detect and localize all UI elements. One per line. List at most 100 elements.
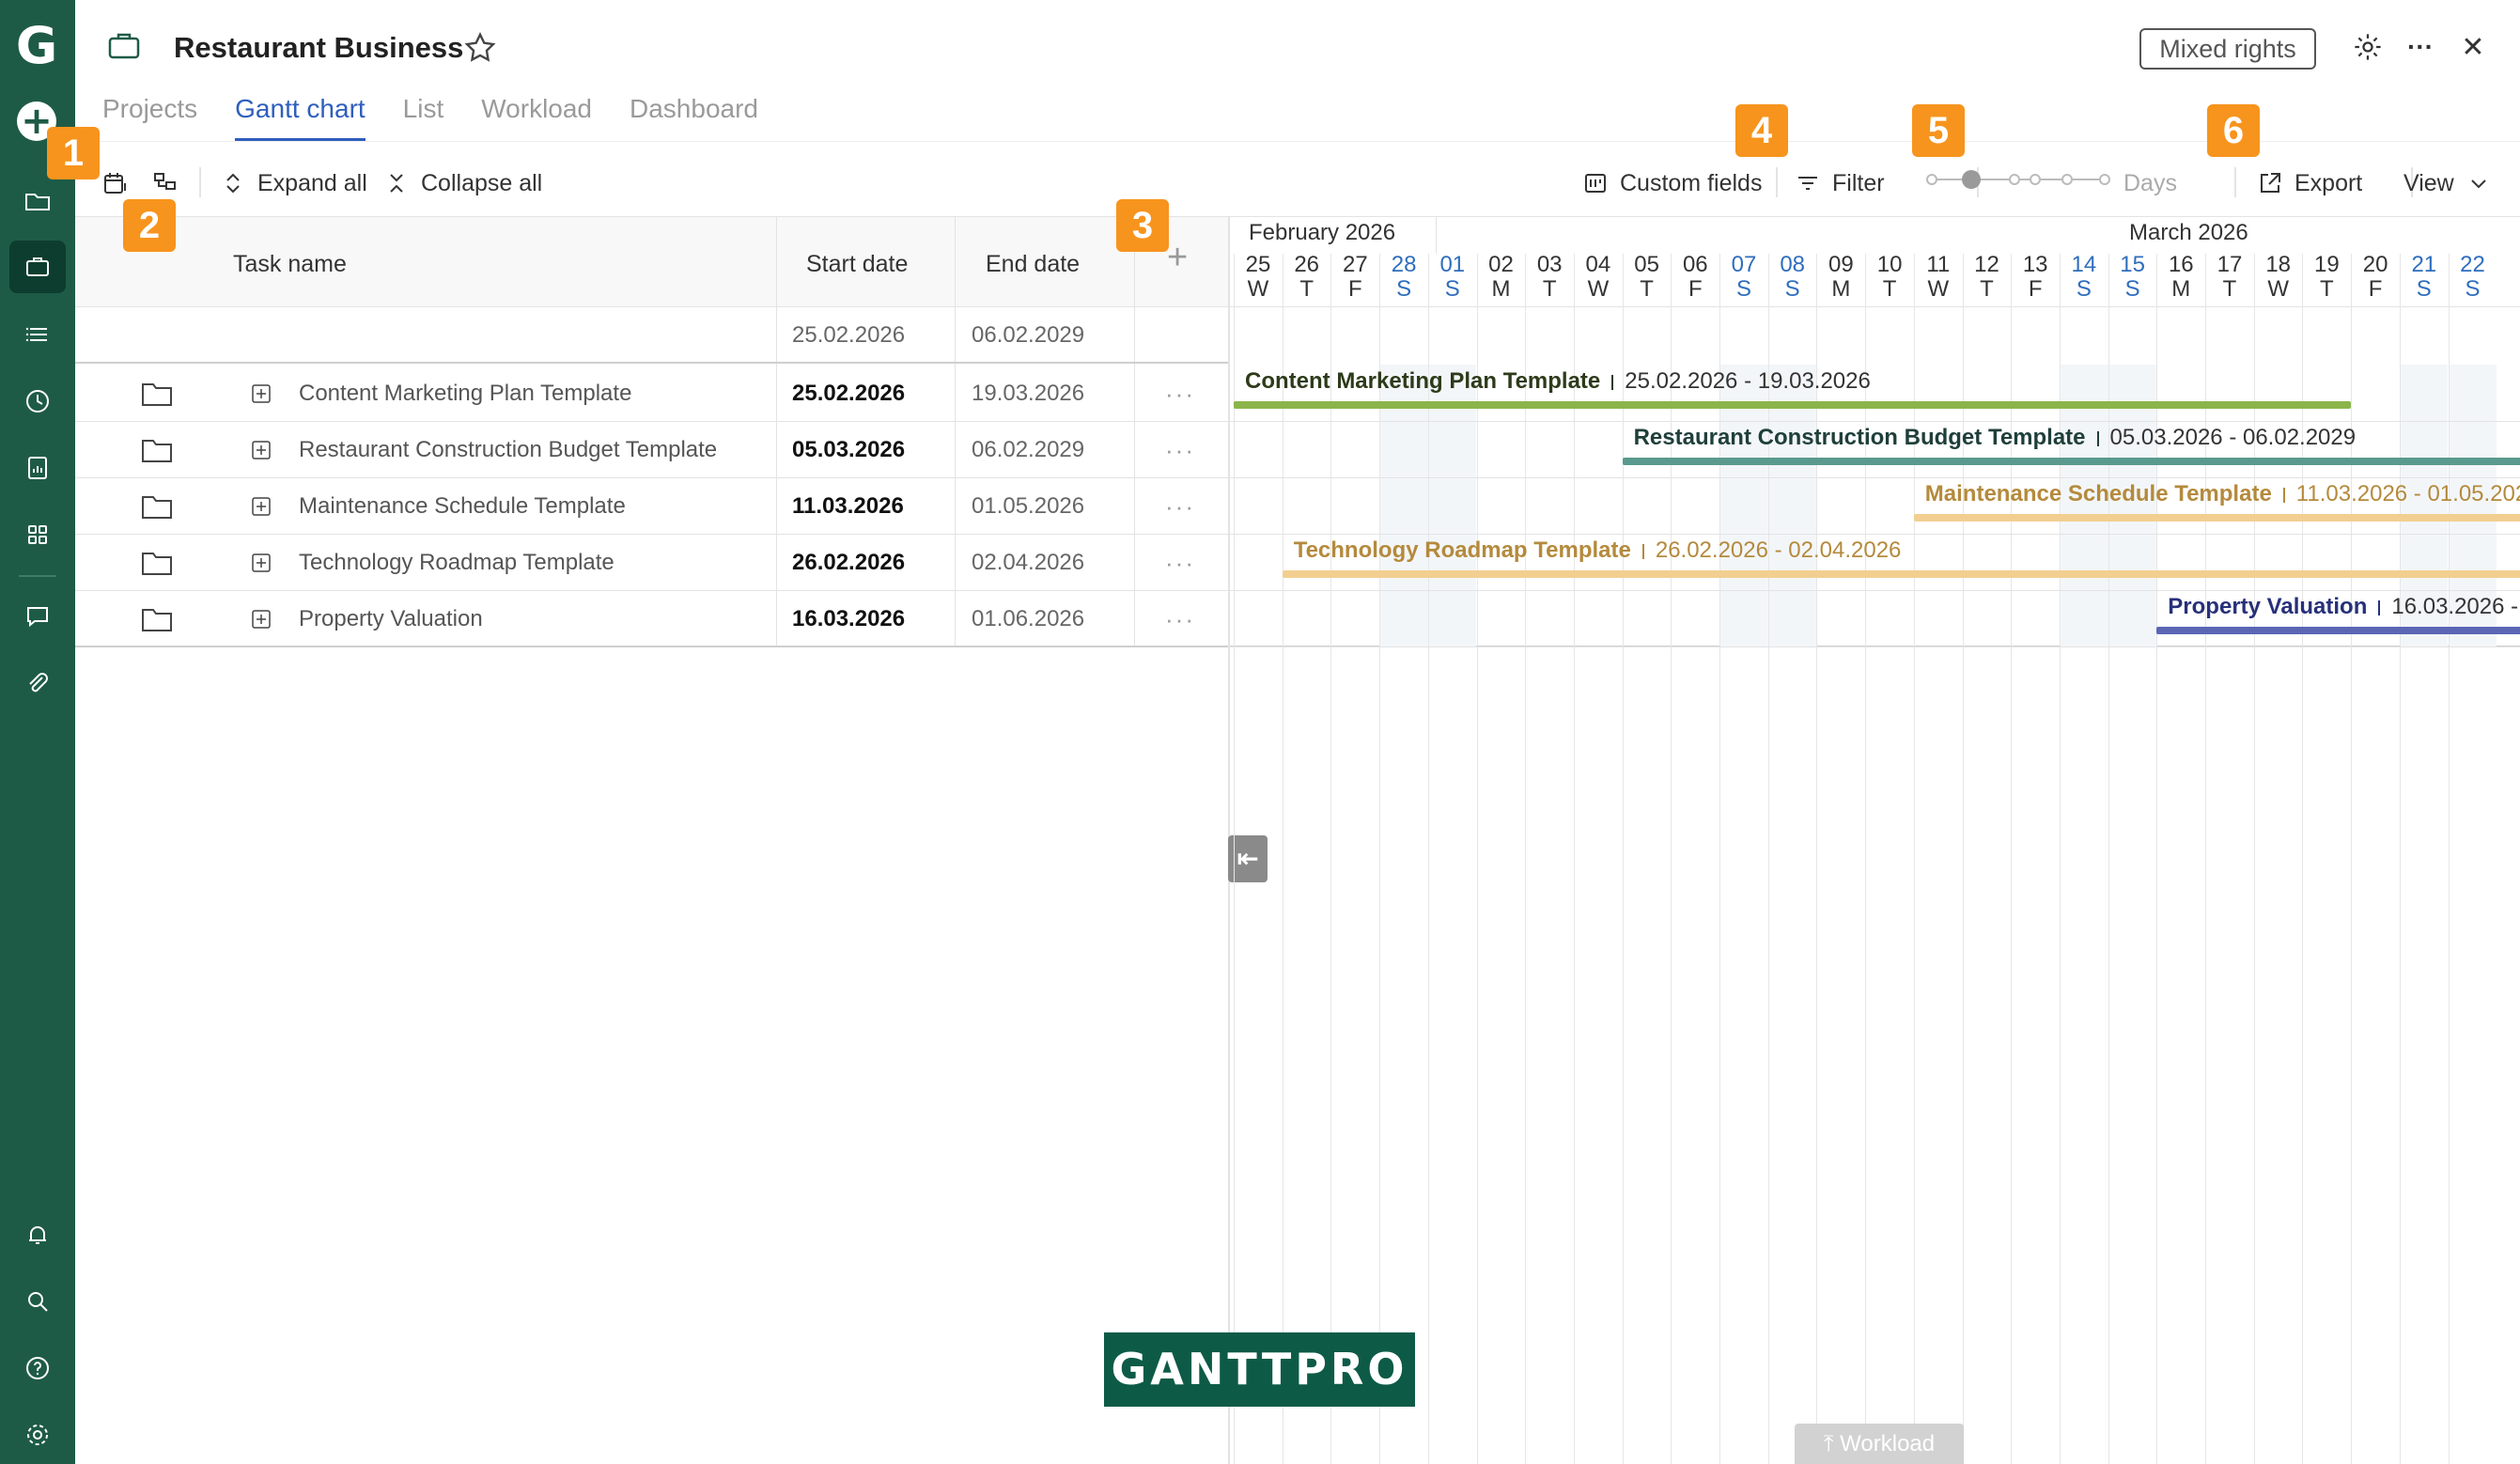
task-bar[interactable] — [1234, 401, 2352, 409]
start-date[interactable]: 11.03.2026 — [792, 478, 904, 535]
row-gridline — [1230, 590, 2520, 591]
sidebar-item-history[interactable] — [9, 375, 66, 428]
day-gridline — [1234, 254, 1235, 1464]
bar-label-separator — [1641, 543, 1644, 559]
expand-all-button[interactable]: Expand all — [220, 162, 367, 205]
sidebar-item-notifications[interactable] — [9, 1208, 66, 1261]
sidebar-item-search[interactable] — [9, 1275, 66, 1328]
expand-icon — [226, 173, 240, 194]
row-more-icon[interactable]: ··· — [1165, 366, 1195, 422]
day-label: 26 T — [1283, 253, 1331, 302]
start-date[interactable]: 16.03.2026 — [792, 591, 905, 647]
day-label: 19 T — [2302, 253, 2351, 302]
column-start-date[interactable]: Start date — [806, 251, 908, 278]
row-gridline — [1230, 421, 2520, 422]
tab-projects[interactable]: Projects — [102, 94, 197, 141]
expand-row-icon[interactable] — [252, 384, 271, 403]
row-more-icon[interactable]: ··· — [1165, 535, 1195, 591]
star-icon[interactable] — [462, 30, 498, 66]
calendar-toggle-button[interactable] — [101, 162, 128, 205]
expand-row-icon[interactable] — [252, 610, 271, 629]
task-bar[interactable] — [1913, 514, 2520, 522]
workload-panel-button[interactable]: ⤒ Workload — [1795, 1424, 1964, 1464]
tab-gantt-chart[interactable]: Gantt chart — [235, 94, 366, 141]
export-button[interactable]: Export — [2257, 162, 2362, 205]
end-date[interactable]: 01.06.2026 — [972, 591, 1084, 647]
day-label: 10 T — [1865, 253, 1914, 302]
day-label: 07 S — [1719, 253, 1768, 302]
filter-button[interactable]: Filter — [1795, 162, 1885, 205]
close-icon[interactable]: ✕ — [2454, 28, 2492, 66]
table-row[interactable]: Content Marketing Plan Template 25.02.20… — [75, 366, 1228, 422]
task-name[interactable]: Content Marketing Plan Template — [299, 366, 631, 422]
clock-icon — [26, 390, 49, 413]
project-summary-row[interactable]: 25.02.2026 06.02.2029 — [75, 307, 1228, 364]
start-date[interactable]: 05.03.2026 — [792, 422, 905, 478]
task-name[interactable]: Restaurant Construction Budget Template — [299, 422, 717, 478]
sidebar-item-help[interactable] — [9, 1342, 66, 1394]
table-row[interactable]: Maintenance Schedule Template 11.03.2026… — [75, 478, 1228, 535]
weekday-letter: T — [1640, 276, 1654, 302]
task-name[interactable]: Technology Roadmap Template — [299, 535, 614, 591]
bar-label: Content Marketing Plan Template 25.02.202… — [1245, 368, 1871, 395]
sidebar-item-apps[interactable] — [9, 508, 66, 561]
sidebar-item-settings[interactable] — [9, 1409, 66, 1461]
row-more-icon[interactable]: ··· — [1165, 422, 1195, 478]
end-date[interactable]: 01.05.2026 — [972, 478, 1084, 535]
sidebar-item-list[interactable] — [9, 308, 66, 361]
task-bar[interactable] — [1282, 570, 2520, 578]
expand-row-icon[interactable] — [252, 497, 271, 516]
collapse-all-button[interactable]: Collapse all — [383, 162, 542, 205]
task-name[interactable]: Maintenance Schedule Template — [299, 478, 626, 535]
sidebar-item-projects[interactable] — [9, 241, 66, 293]
day-number: 15 — [2120, 252, 2145, 277]
settings-button[interactable] — [2349, 28, 2387, 66]
column-task-name[interactable]: Task name — [233, 251, 347, 278]
expand-row-icon[interactable] — [252, 553, 271, 572]
table-row[interactable]: Property Valuation 16.03.2026 01.06.2026… — [75, 591, 1228, 647]
day-label: 11 W — [1914, 253, 1963, 302]
month-divider — [1436, 216, 1437, 254]
view-dropdown[interactable]: View — [2403, 162, 2492, 205]
day-number: 20 — [2362, 252, 2388, 277]
rights-button[interactable]: Mixed rights — [2139, 28, 2316, 70]
comment-icon — [27, 607, 48, 628]
tab-workload[interactable]: Workload — [481, 94, 592, 141]
task-name[interactable]: Property Valuation — [299, 591, 483, 647]
bar-label: Maintenance Schedule Template 11.03.2026 … — [1925, 481, 2520, 507]
bar-dates: 11.03.2026 - 01.05.2026 — [2295, 481, 2520, 506]
table-row[interactable]: Technology Roadmap Template 26.02.2026 0… — [75, 535, 1228, 591]
custom-fields-button[interactable]: Custom fields — [1582, 162, 1762, 205]
more-icon[interactable]: ··· — [2402, 28, 2439, 66]
app-logo[interactable]: G — [13, 21, 60, 71]
end-date[interactable]: 19.03.2026 — [972, 366, 1084, 422]
zoom-slider[interactable] — [1924, 165, 2112, 194]
end-date[interactable]: 02.04.2026 — [972, 535, 1084, 591]
expand-row-icon[interactable] — [252, 441, 271, 459]
task-bar[interactable] — [1622, 458, 2520, 465]
day-number: 04 — [1585, 252, 1611, 277]
end-date[interactable]: 06.02.2029 — [972, 422, 1084, 478]
weekday-letter: T — [1542, 276, 1557, 302]
sidebar-item-comments[interactable] — [9, 590, 66, 643]
column-end-date[interactable]: End date — [986, 251, 1080, 278]
sidebar-item-reports[interactable] — [9, 442, 66, 494]
row-more-icon[interactable]: ··· — [1165, 591, 1195, 647]
day-number: 11 — [1926, 252, 1951, 277]
day-number: 22 — [2460, 252, 2485, 277]
tab-list[interactable]: List — [403, 94, 444, 141]
tab-dashboard[interactable]: Dashboard — [630, 94, 758, 141]
grid-header: Task name Start date End date + — [75, 216, 1228, 307]
weekday-letter: S — [2465, 276, 2481, 302]
bar-label-separator — [2096, 430, 2099, 446]
sidebar-item-folders[interactable] — [9, 175, 66, 227]
row-more-icon[interactable]: ··· — [1165, 478, 1195, 535]
sidebar-item-attachments[interactable] — [9, 658, 66, 710]
table-row[interactable]: Restaurant Construction Budget Template … — [75, 422, 1228, 478]
toolbar-divider — [2234, 167, 2236, 197]
start-date[interactable]: 26.02.2026 — [792, 535, 905, 591]
view-label: View — [2403, 169, 2454, 196]
start-date[interactable]: 25.02.2026 — [792, 366, 905, 422]
add-column-icon[interactable]: + — [1167, 238, 1188, 278]
task-bar[interactable] — [2156, 627, 2520, 634]
